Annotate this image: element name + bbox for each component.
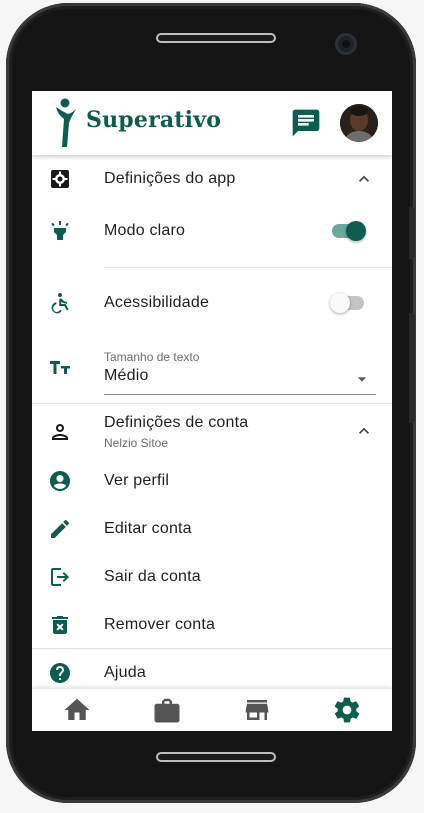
remove-account-label: Remover conta [104,616,216,633]
chevron-up-icon[interactable] [354,169,374,189]
store-icon[interactable] [242,695,272,725]
help-label: Ajuda [104,664,146,681]
dropdown-arrow-icon[interactable] [352,369,372,389]
pencil-icon [51,520,69,538]
account-username: Nelzio Sitoe [104,436,169,450]
text-size-value[interactable]: Médio [104,367,149,385]
divider [104,267,392,268]
front-camera [335,33,357,55]
help-icon [50,663,70,683]
account-circle-icon [50,471,70,491]
select-underline [104,394,376,395]
edit-account-item[interactable]: Editar conta [32,505,392,553]
brand-title: Superativo [86,107,222,133]
view-profile-item[interactable]: Ver perfil [32,457,392,505]
gear-icon[interactable] [332,695,362,725]
person-icon [52,424,68,440]
account-settings-title: Definições de conta [104,414,249,431]
accessibility-row[interactable]: Acessibilidade [32,275,392,331]
logout-label: Sair da conta [104,568,201,585]
theme-label: Modo claro [104,222,186,239]
chevron-up-icon[interactable] [354,421,374,441]
accessibility-label: Acessibilidade [104,294,210,311]
account-settings-header[interactable]: Definições de conta Nelzio Sitoe [32,405,392,457]
remove-account-item[interactable]: Remover conta [32,601,392,649]
text-size-row[interactable]: Tamanho de texto Médio [32,335,392,395]
divider [32,403,392,404]
bottom-navigation [32,689,392,731]
app-settings-title: Definições do app [104,170,236,187]
edit-account-label: Editar conta [104,520,192,537]
view-profile-label: Ver perfil [104,472,170,489]
app-settings-header[interactable]: Definições do app [32,155,392,203]
briefcase-icon[interactable] [152,695,182,725]
lamp-icon [51,221,69,240]
settings-list: Definições do app Modo claro Acessibilid… [32,155,392,689]
logout-item[interactable]: Sair da conta [32,553,392,601]
app-bar: Superativo [32,91,392,155]
theme-row[interactable]: Modo claro [32,203,392,259]
home-icon[interactable] [62,695,92,725]
accessibility-toggle[interactable] [330,291,366,315]
avatar-image [340,104,378,142]
logo-figure-icon [56,98,76,147]
top-speaker [156,33,276,43]
text-size-caption: Tamanho de texto [104,350,200,364]
volume-button [409,207,415,259]
settings-icon [51,170,69,188]
accessible-icon [51,293,69,314]
bottom-speaker [156,752,276,762]
power-button [409,313,415,423]
user-avatar[interactable] [340,104,378,142]
app-screen: Superativo Definições do app Modo claro … [32,91,392,731]
logout-icon [51,568,69,586]
help-item[interactable]: Ajuda [32,649,392,689]
trash-icon [52,616,68,634]
chat-icon[interactable] [290,107,322,139]
theme-toggle[interactable] [330,219,366,243]
text-size-icon [50,361,70,374]
